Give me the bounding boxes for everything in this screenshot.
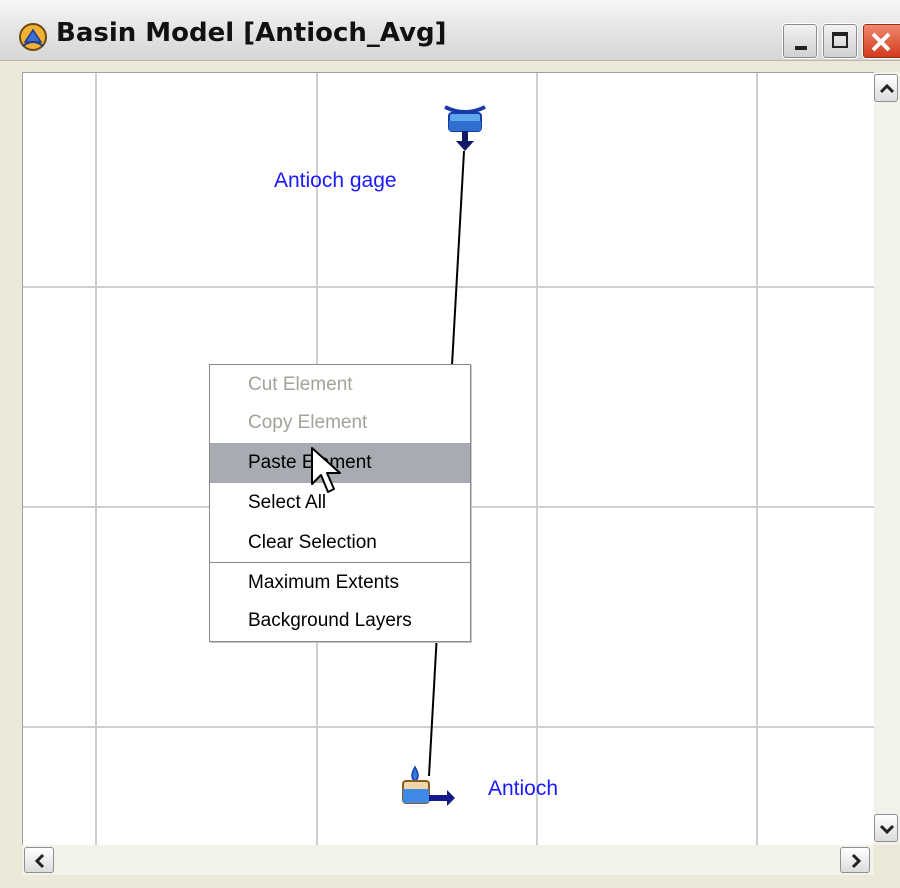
gage-icon bbox=[444, 105, 486, 151]
maximize-button[interactable] bbox=[822, 23, 858, 59]
app-icon bbox=[19, 23, 47, 51]
menu-item-background-layers[interactable]: Background Layers bbox=[210, 601, 470, 641]
title-bar[interactable]: Basin Model [Antioch_Avg] bbox=[0, 0, 900, 61]
chevron-right-icon bbox=[851, 853, 862, 869]
menu-item-maximum-extents[interactable]: Maximum Extents bbox=[210, 563, 470, 603]
basin-model-window: Basin Model [Antioch_Avg] Antioch gage A… bbox=[0, 0, 900, 888]
scroll-right-button[interactable] bbox=[840, 847, 870, 873]
horizontal-scrollbar[interactable] bbox=[22, 845, 874, 875]
window-title: Basin Model [Antioch_Avg] bbox=[56, 18, 447, 48]
chevron-down-icon bbox=[879, 824, 895, 835]
scroll-left-button[interactable] bbox=[24, 847, 54, 873]
menu-item-copy-element[interactable]: Copy Element bbox=[210, 403, 470, 443]
mouse-cursor-icon bbox=[311, 447, 341, 493]
context-menu: Cut Element Copy Element Paste Element S… bbox=[209, 364, 471, 642]
menu-item-cut-element[interactable]: Cut Element bbox=[210, 365, 470, 405]
scroll-down-button[interactable] bbox=[874, 814, 898, 842]
vertical-scrollbar[interactable] bbox=[874, 72, 900, 845]
scroll-up-button[interactable] bbox=[874, 74, 898, 102]
close-icon bbox=[871, 32, 891, 52]
sink-label[interactable]: Antioch bbox=[488, 777, 558, 801]
scrollbar-corner bbox=[874, 845, 900, 875]
minimize-button[interactable] bbox=[782, 23, 818, 59]
close-button[interactable] bbox=[862, 23, 900, 59]
menu-item-clear-selection[interactable]: Clear Selection bbox=[210, 523, 470, 563]
chevron-left-icon bbox=[34, 853, 45, 869]
chevron-up-icon bbox=[879, 83, 895, 94]
gage-label[interactable]: Antioch gage bbox=[274, 169, 397, 193]
